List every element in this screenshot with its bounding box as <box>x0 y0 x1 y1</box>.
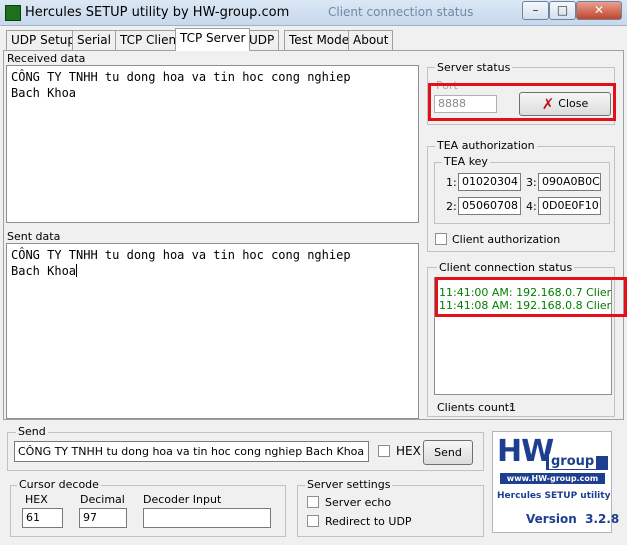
cursor-decimal-field[interactable]: 97 <box>79 508 127 528</box>
send-hex-checkbox[interactable] <box>378 445 390 457</box>
sent-line: Bach Khoa <box>11 264 77 278</box>
logo-url: www.HW-group.com <box>500 473 605 484</box>
sent-data-text[interactable]: CÔNG TY TNHH tu dong hoa va tin hoc cong… <box>6 243 419 419</box>
redirect-udp-label: Redirect to UDP <box>325 515 412 528</box>
client-authorization-checkbox[interactable] <box>435 233 447 245</box>
cursor-hex-field[interactable]: 61 <box>22 508 63 528</box>
received-data-label: Received data <box>7 52 86 65</box>
tea-key-title: TEA key <box>442 155 490 168</box>
tea-key-2-label: 2: <box>446 200 457 213</box>
tab-about[interactable]: About <box>348 30 394 50</box>
tab-serial[interactable]: Serial <box>72 30 116 50</box>
send-title: Send <box>16 425 48 438</box>
cursor-hex-label: HEX <box>25 493 48 506</box>
logo-hw-text: HW <box>497 434 554 469</box>
tab-tcp-server[interactable]: TCP Server <box>175 28 251 51</box>
logo-version-number: 3.2.8 <box>585 512 620 526</box>
logo-version: Version 3.2.8 <box>526 512 619 526</box>
sent-data-label: Sent data <box>7 230 61 243</box>
maximize-button[interactable]: □ <box>549 1 576 20</box>
tea-key-3-label: 3: <box>526 176 537 189</box>
clients-count-value: 1 <box>509 401 516 414</box>
server-settings-group <box>297 485 484 537</box>
decoder-input-label: Decoder Input <box>143 493 222 506</box>
received-data-text[interactable]: CÔNG TY TNHH tu dong hoa va tin hoc cong… <box>6 65 419 223</box>
minimize-button[interactable]: – <box>522 1 549 20</box>
decoder-input-field[interactable] <box>143 508 271 528</box>
tea-key-4-label: 4: <box>526 200 537 213</box>
tab-udp-setup[interactable]: UDP Setup <box>6 30 81 50</box>
highlight-box-client-status <box>435 277 627 317</box>
logo-group-text: group <box>549 454 597 469</box>
cursor-decode-title: Cursor decode <box>17 478 101 491</box>
tea-key-3-field[interactable]: 090A0B0C <box>538 173 601 191</box>
tea-key-1-field[interactable]: 01020304 <box>458 173 521 191</box>
received-line: Bach Khoa <box>11 86 77 100</box>
tea-key-4-field[interactable]: 0D0E0F10 <box>538 197 601 215</box>
background-window-title: Client connection status <box>328 5 474 19</box>
highlight-box-server-status <box>428 83 616 121</box>
server-settings-title: Server settings <box>305 478 393 491</box>
send-input[interactable]: CÔNG TY TNHH tu dong hoa va tin hoc cong… <box>14 441 369 462</box>
tea-key-2-field[interactable]: 05060708 <box>458 197 521 215</box>
tea-key-1-label: 1: <box>446 176 457 189</box>
server-echo-label: Server echo <box>325 496 392 509</box>
window-title: Hercules SETUP utility by HW-group.com <box>25 5 290 20</box>
cursor-decimal-label: Decimal <box>80 493 125 506</box>
client-authorization-label: Client authorization <box>452 233 561 246</box>
server-status-title: Server status <box>435 61 513 74</box>
hw-group-logo[interactable]: HW group www.HW-group.com Hercules SETUP… <box>492 431 619 533</box>
send-button[interactable]: Send <box>423 440 473 465</box>
app-icon <box>5 5 21 21</box>
send-hex-label: HEX <box>396 444 421 458</box>
tea-authorization-title: TEA authorization <box>435 139 537 152</box>
redirect-udp-checkbox[interactable] <box>307 515 319 527</box>
clients-count-label: Clients count: <box>437 401 513 414</box>
tab-test-mode[interactable]: Test Mode <box>284 30 355 50</box>
logo-product: Hercules SETUP utility <box>497 491 611 501</box>
received-line: CÔNG TY TNHH tu dong hoa va tin hoc cong… <box>11 70 351 84</box>
client-status-title: Client connection status <box>437 261 575 274</box>
text-caret <box>76 264 78 277</box>
window-close-button[interactable]: ✕ <box>576 1 622 20</box>
sent-line: CÔNG TY TNHH tu dong hoa va tin hoc cong… <box>11 248 351 262</box>
server-echo-checkbox[interactable] <box>307 496 319 508</box>
logo-version-label: Version <box>526 512 577 526</box>
